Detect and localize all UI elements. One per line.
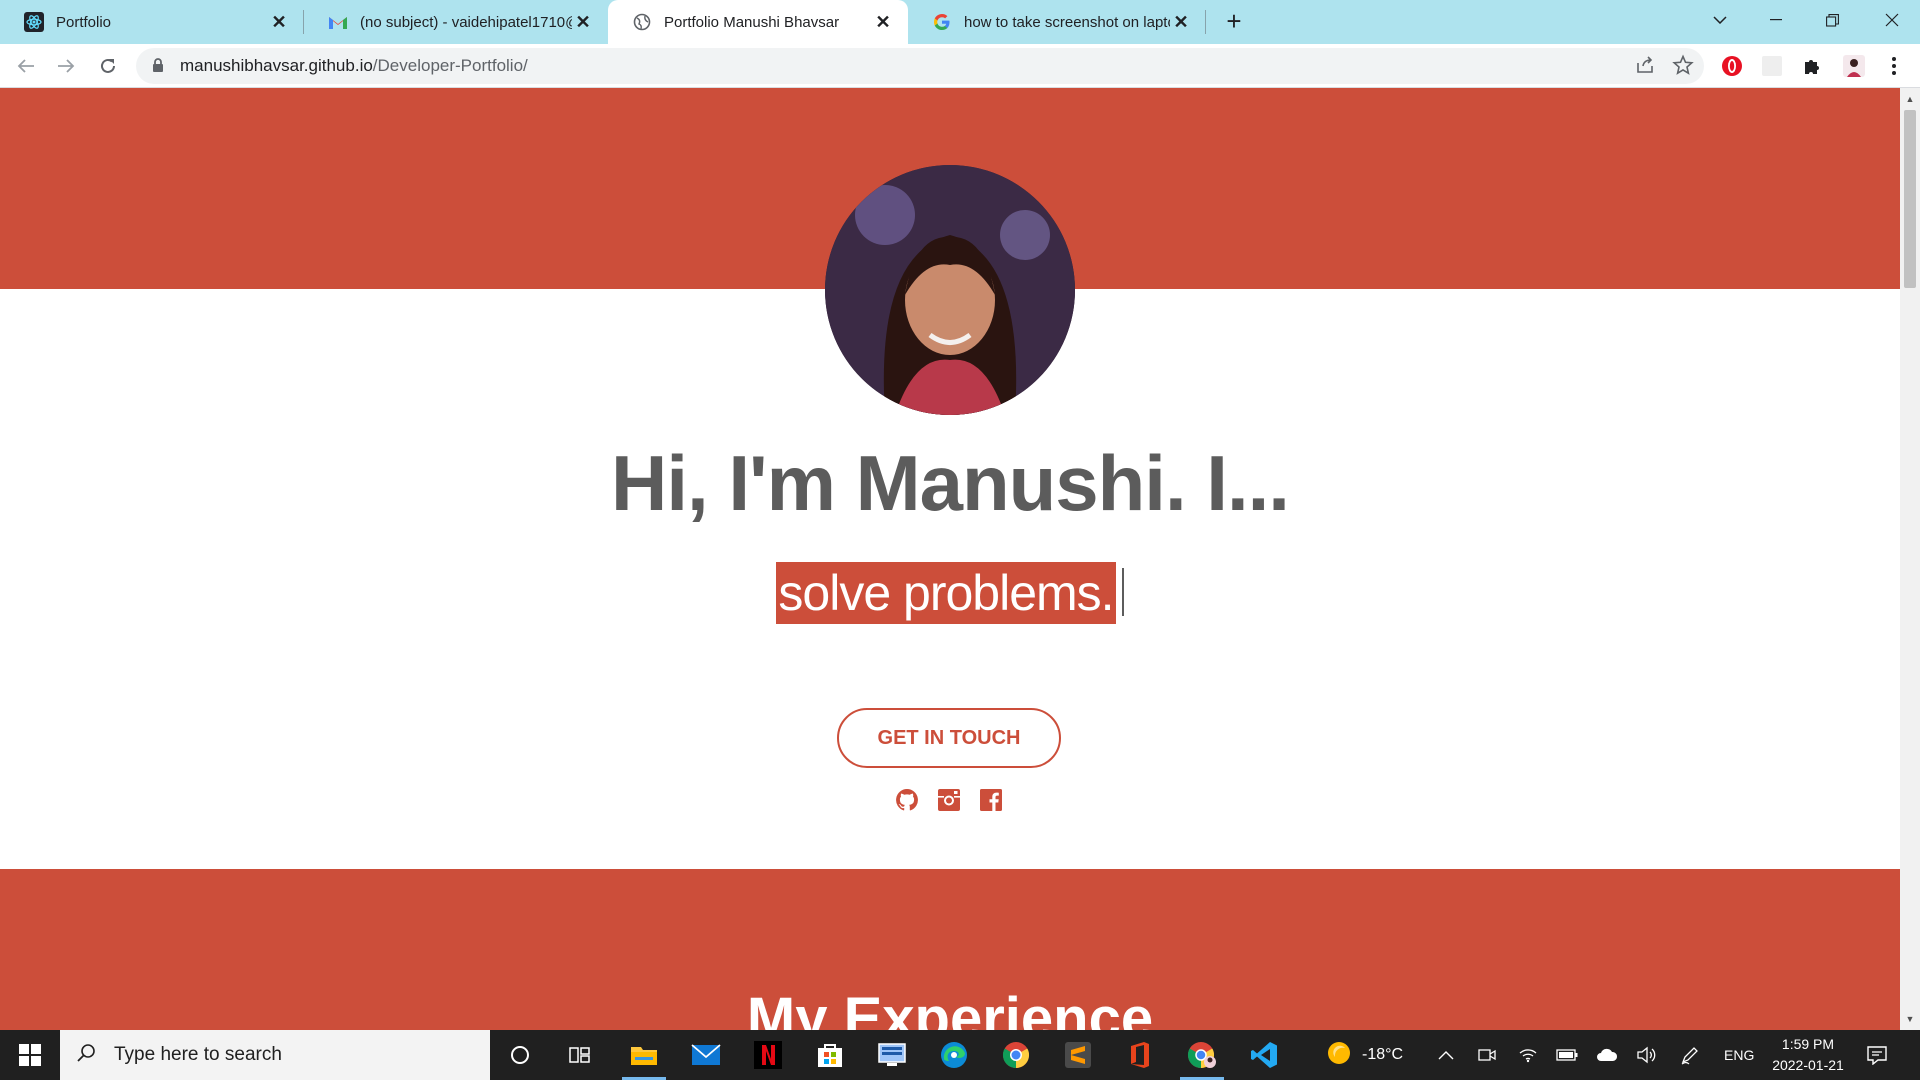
file-explorer-icon[interactable] (614, 1030, 674, 1080)
page-viewport: Hi, I'm Manushi. I... solve problems. GE… (0, 88, 1900, 1030)
system-clock[interactable]: 1:59 PM 2022-01-21 (1766, 1034, 1850, 1076)
instagram-icon[interactable] (937, 788, 961, 812)
tab-title: (no subject) - vaidehipatel1710@ (360, 13, 572, 31)
extension-placeholder-icon[interactable] (1760, 54, 1784, 78)
minimize-icon[interactable] (1748, 0, 1804, 40)
react-icon (24, 12, 44, 32)
experience-title: My Experience (746, 986, 1154, 1030)
typed-text: solve problems. (776, 562, 1116, 624)
scroll-down-arrow-icon[interactable]: ▼ (1900, 1010, 1920, 1027)
clock-date: 2022-01-21 (1772, 1057, 1844, 1073)
github-icon[interactable] (895, 788, 919, 812)
search-icon (76, 1043, 96, 1068)
bookmark-star-icon[interactable] (1672, 54, 1694, 81)
tab-title: how to take screenshot on lapto (964, 13, 1170, 31)
chrome-icon[interactable] (986, 1030, 1046, 1080)
social-links (895, 788, 1003, 812)
profile-avatar-icon[interactable] (1842, 54, 1866, 78)
mail-icon[interactable] (676, 1030, 736, 1080)
wifi-icon[interactable] (1518, 1030, 1538, 1080)
tab-title: Portfolio Manushi Bhavsar (664, 13, 840, 31)
scroll-up-arrow-icon[interactable]: ▲ (1900, 90, 1920, 107)
tab-search-icon[interactable] (1692, 0, 1748, 40)
close-icon[interactable]: ✕ (872, 11, 894, 33)
weather-temperature: -18°C (1362, 1046, 1404, 1063)
close-icon[interactable]: ✕ (1170, 11, 1192, 33)
netflix-icon[interactable] (738, 1030, 798, 1080)
extensions-puzzle-icon[interactable] (1800, 54, 1824, 78)
notifications-icon[interactable] (1866, 1030, 1888, 1080)
restore-icon[interactable] (1804, 0, 1860, 40)
microsoft-store-icon[interactable] (800, 1030, 860, 1080)
tab-separator (1205, 10, 1206, 34)
windows-start-icon[interactable] (0, 1030, 60, 1080)
windows-taskbar: Type here to search -18°C ENG 1:59 PM 20… (0, 1030, 1920, 1080)
close-window-icon[interactable] (1864, 0, 1920, 40)
lock-icon (152, 58, 166, 74)
opera-extension-icon[interactable] (1720, 54, 1744, 78)
close-icon[interactable]: ✕ (572, 11, 594, 33)
tab-strip: Portfolio ✕ (no subject) - vaidehipatel1… (0, 0, 1920, 44)
page-scrollbar[interactable]: ▲ ▼ (1900, 88, 1920, 1030)
office-icon[interactable] (1110, 1030, 1170, 1080)
pen-workspace-icon[interactable] (1680, 1030, 1700, 1080)
typing-caret (1121, 568, 1124, 616)
browser-toolbar: manushibhavsar.github.io/Developer-Portf… (0, 44, 1920, 88)
show-hidden-icons-icon[interactable] (1438, 1030, 1454, 1080)
taskbar-search-input[interactable]: Type here to search (60, 1030, 490, 1080)
forward-icon[interactable] (52, 52, 80, 80)
cortana-icon[interactable] (490, 1030, 550, 1080)
weather-widget[interactable]: -18°C (1326, 1030, 1403, 1080)
close-icon[interactable]: ✕ (268, 11, 290, 33)
new-tab-button[interactable]: + (1220, 8, 1248, 36)
facebook-icon[interactable] (979, 788, 1003, 812)
google-icon (932, 12, 952, 32)
battery-icon[interactable] (1556, 1030, 1578, 1080)
volume-icon[interactable] (1636, 1030, 1656, 1080)
url-text: manushibhavsar.github.io/Developer-Portf… (180, 56, 528, 76)
address-bar[interactable]: manushibhavsar.github.io/Developer-Portf… (136, 48, 1704, 84)
experience-section: My Experience (0, 869, 1900, 1030)
tab-portfolio[interactable]: Portfolio ✕ (0, 0, 304, 44)
kebab-menu-icon[interactable] (1882, 54, 1906, 78)
share-icon[interactable] (1634, 54, 1656, 81)
url-domain: manushibhavsar.github.io (180, 56, 373, 75)
hero-headline: Hi, I'm Manushi. I... (611, 439, 1290, 527)
tab-gmail[interactable]: (no subject) - vaidehipatel1710@ ✕ (304, 0, 608, 44)
search-placeholder: Type here to search (114, 1044, 282, 1065)
back-icon[interactable] (12, 52, 40, 80)
clock-time: 1:59 PM (1781, 1036, 1835, 1052)
tab-google-search[interactable]: how to take screenshot on lapto ✕ (908, 0, 1206, 44)
weather-sun-icon (1326, 1040, 1352, 1070)
gmail-icon (328, 12, 348, 32)
reload-icon[interactable] (94, 52, 122, 80)
edge-icon[interactable] (924, 1030, 984, 1080)
profile-photo (825, 165, 1075, 415)
task-view-icon[interactable] (550, 1030, 610, 1080)
input-language[interactable]: ENG (1724, 1030, 1754, 1080)
remote-desktop-icon[interactable] (862, 1030, 922, 1080)
url-path: /Developer-Portfolio/ (372, 56, 528, 75)
chrome-profile-icon[interactable] (1172, 1030, 1232, 1080)
globe-icon (632, 12, 652, 32)
sublime-text-icon[interactable] (1048, 1030, 1108, 1080)
scroll-thumb[interactable] (1904, 110, 1916, 288)
typed-text-container: solve problems. (0, 562, 1900, 624)
onedrive-icon[interactable] (1596, 1030, 1618, 1080)
tab-portfolio-manushi[interactable]: Portfolio Manushi Bhavsar ✕ (608, 0, 908, 44)
tab-title: Portfolio (56, 13, 112, 31)
get-in-touch-button[interactable]: GET IN TOUCH (837, 708, 1061, 768)
meet-now-icon[interactable] (1478, 1030, 1496, 1080)
vscode-icon[interactable] (1234, 1030, 1294, 1080)
